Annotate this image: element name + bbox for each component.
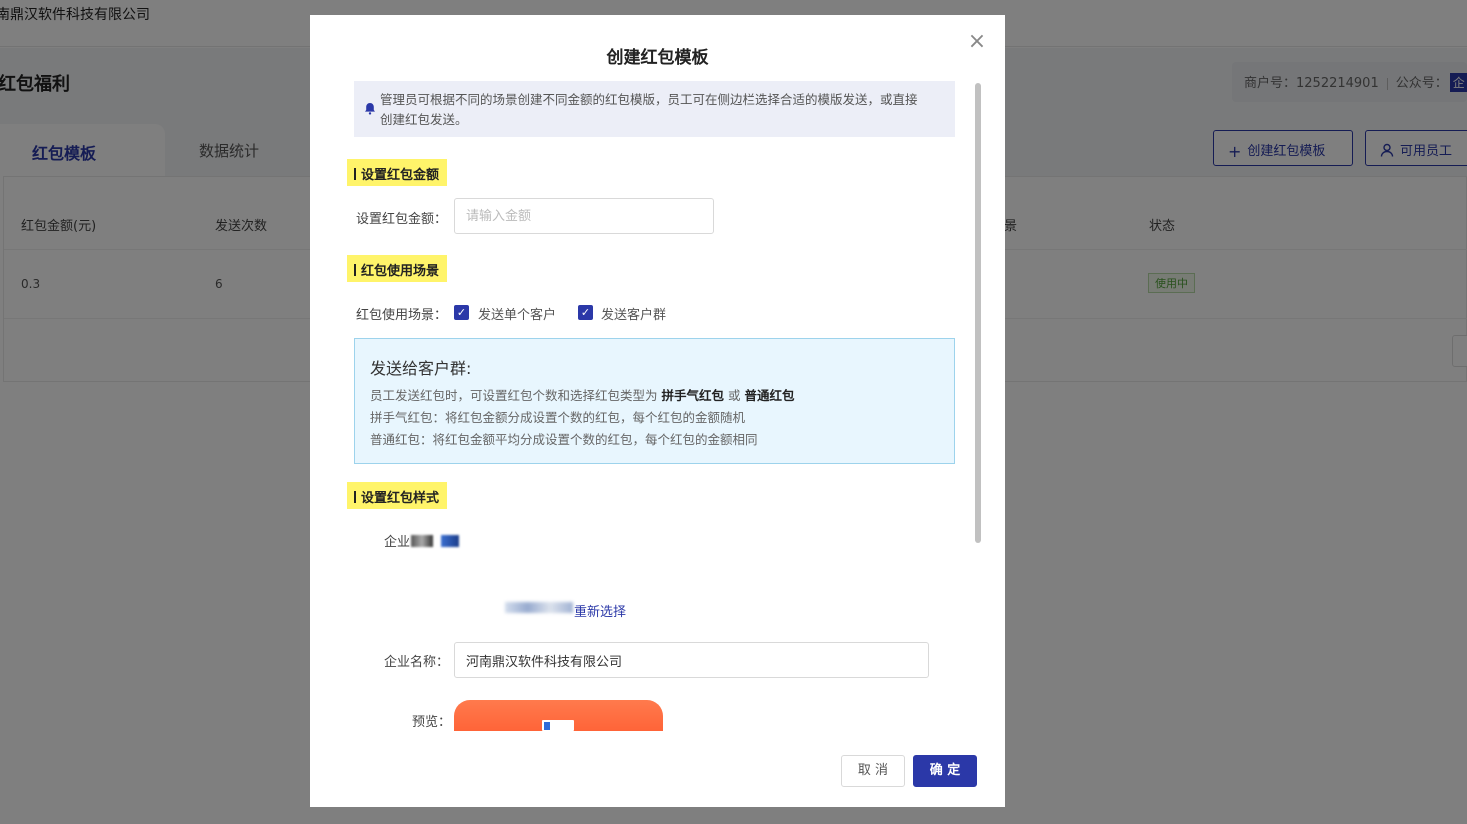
section-heading-amount: 设置红包金额 (347, 159, 448, 186)
info-title: 发送给客户群: (370, 359, 472, 378)
info-line: 员工发送红包时，可设置红包个数和选择红包类型为 拼手气红包 或 普通红包 (370, 385, 954, 407)
section-heading-text: 设置红包样式 (361, 491, 440, 506)
section-heading-style: 设置红包样式 (347, 482, 448, 509)
notice-text-line2: 创建红包发送。 (380, 112, 468, 127)
section-heading-scene: 红包使用场景 (347, 255, 448, 282)
create-template-modal: 创建红包模板 × 管理员可根据不同的场景创建不同金额的红包模版，员工可在侧边栏选… (310, 15, 1005, 807)
section-marker (354, 264, 356, 276)
checkbox-label-customer-group[interactable]: 发送客户群 (601, 304, 666, 323)
logo-icon (441, 535, 460, 547)
modal-scrollbar[interactable] (975, 83, 981, 543)
close-icon[interactable]: × (966, 31, 988, 53)
amount-input[interactable] (454, 198, 714, 234)
group-info-box: 发送给客户群: 员工发送红包时，可设置红包个数和选择红包类型为 拼手气红包 或 … (354, 338, 955, 464)
info-line: 拼手气红包：将红包金额分成设置个数的红包，每个红包的金额随机 (370, 410, 746, 425)
red-packet-preview (454, 700, 663, 731)
info-or: 或 (728, 388, 741, 403)
preview-label: 预览： (412, 715, 452, 730)
cancel-button[interactable]: 取 消 (841, 755, 905, 787)
preview-logo (542, 720, 574, 731)
checkbox-single-customer[interactable]: ✓ (454, 305, 469, 320)
bell-icon (364, 101, 376, 121)
section-marker (354, 491, 356, 503)
section-heading-text: 红包使用场景 (361, 264, 440, 279)
section-heading-text: 设置红包金额 (361, 168, 440, 183)
checkbox-label-single-customer[interactable]: 发送单个客户 (478, 304, 556, 323)
confirm-button[interactable]: 确 定 (913, 755, 977, 787)
section-marker (354, 168, 356, 180)
notice-banner: 管理员可根据不同的场景创建不同金额的红包模版，员工可在侧边栏选择合适的模版发送，… (354, 81, 955, 137)
logo-label: 企业 (384, 535, 411, 550)
amount-label: 设置红包金额： (356, 212, 448, 227)
info-line-prefix: 员工发送红包时，可设置红包个数和选择红包类型为 (370, 388, 658, 403)
info-line: 普通红包：将红包金额平均分成设置个数的红包，每个红包的金额相同 (370, 432, 758, 447)
logo-row: 企业 (384, 531, 460, 550)
reselect-link[interactable]: 重新选择 (574, 601, 626, 620)
checkbox-customer-group[interactable]: ✓ (578, 305, 593, 320)
company-name-label: 企业名称： (384, 655, 450, 670)
modal-title: 创建红包模板 (606, 48, 709, 68)
modal-body: 管理员可根据不同的场景创建不同金额的红包模版，员工可在侧边栏选择合适的模版发送，… (310, 81, 1005, 731)
logo-text-image (411, 535, 434, 547)
scene-label: 红包使用场景： (356, 308, 448, 323)
info-type-lucky: 拼手气红包 (661, 388, 725, 403)
notice-text-line1: 管理员可根据不同的场景创建不同金额的红包模版，员工可在侧边栏选择合适的模版发送，… (380, 92, 918, 107)
info-type-normal: 普通红包 (744, 388, 795, 403)
company-name-input[interactable] (454, 642, 929, 678)
logo-filename (505, 602, 573, 613)
